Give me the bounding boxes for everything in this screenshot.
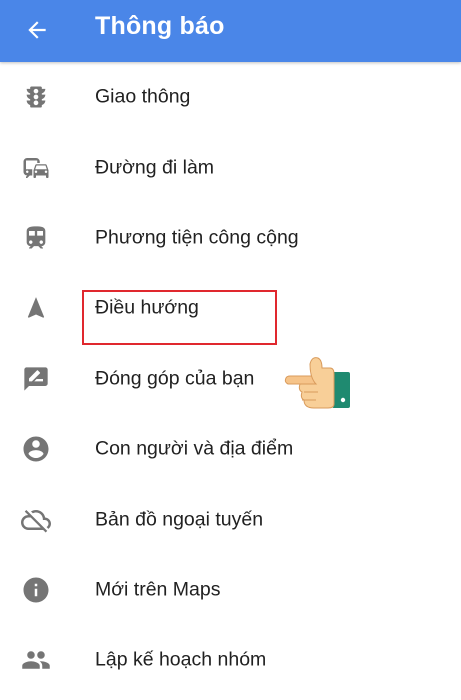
list-item-label: Phương tiện công cộng bbox=[95, 226, 299, 249]
commute-icon bbox=[20, 152, 52, 184]
app-bar: Thông báo bbox=[0, 0, 461, 62]
account-circle-icon bbox=[20, 433, 52, 465]
contribute-icon bbox=[20, 363, 52, 395]
list-item-label: Bản đồ ngoại tuyến bbox=[95, 508, 264, 531]
list-item-label: Đường đi làm bbox=[95, 156, 215, 179]
list-item-navigation[interactable]: Điều hướng bbox=[0, 273, 461, 343]
list-item-label: Mới trên Maps bbox=[95, 578, 221, 601]
page-title: Thông báo bbox=[95, 12, 225, 40]
list-item-people-places[interactable]: Con người và địa điểm bbox=[0, 414, 461, 484]
pointing-hand-icon bbox=[282, 352, 354, 412]
list-item-label: Đóng góp của bạn bbox=[95, 367, 255, 390]
list-item-label: Con người và địa điểm bbox=[95, 437, 294, 460]
list-item-label: Điều hướng bbox=[95, 296, 199, 319]
list-item-label: Lập kế hoạch nhóm bbox=[95, 648, 267, 671]
list-item-traffic[interactable]: Giao thông bbox=[0, 62, 461, 132]
list-item-new-on-maps[interactable]: Mới trên Maps bbox=[0, 555, 461, 625]
list-item-transit[interactable]: Phương tiện công cộng bbox=[0, 203, 461, 273]
list-item-group-planning[interactable]: Lập kế hoạch nhóm bbox=[0, 625, 461, 695]
cloud-off-icon bbox=[20, 504, 52, 536]
transit-icon bbox=[20, 222, 52, 254]
list-item-commute[interactable]: Đường đi làm bbox=[0, 132, 461, 202]
arrow-back-icon bbox=[28, 21, 46, 39]
list-item-label: Giao thông bbox=[95, 85, 191, 108]
list-item-contributions[interactable]: Đóng góp của bạn bbox=[0, 344, 461, 414]
info-icon bbox=[20, 574, 52, 606]
list-item-offline-maps[interactable]: Bản đồ ngoại tuyến bbox=[0, 484, 461, 554]
traffic-light-icon bbox=[20, 81, 52, 113]
notification-settings-list: Giao thông Đường đi làm Phương tiện công… bbox=[0, 62, 461, 696]
back-button[interactable] bbox=[14, 7, 60, 53]
navigation-icon bbox=[20, 292, 52, 324]
group-icon bbox=[20, 644, 52, 676]
